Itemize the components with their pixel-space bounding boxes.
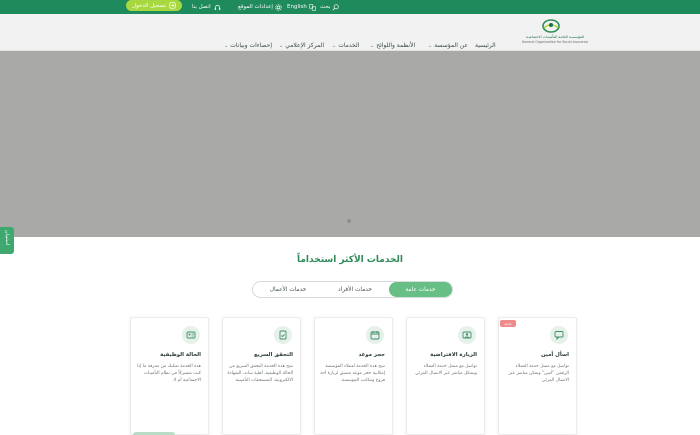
nav-regulations-label: الأنظمة واللوائح — [376, 42, 416, 49]
service-card-virtual-visit[interactable]: الزيارة الافتراضية تواصل مع ممثل خدمة ال… — [406, 317, 485, 435]
new-badge: جديد — [500, 320, 516, 327]
site-settings-link[interactable]: إعدادات الموقع — [238, 1, 282, 13]
contact-label: اتصل بنا — [192, 4, 211, 10]
login-button[interactable]: تسجيل الدخول — [126, 0, 182, 11]
card-description: تواصل مع ممثل خدمة العملاء الرقمي "أمين"… — [508, 364, 569, 383]
nav-regulations[interactable]: ⌄ الأنظمة واللوائح — [370, 42, 415, 49]
service-card-book-appointment[interactable]: حجز موعد تتيح هذه الخدمة لعملاء المؤسسة … — [314, 317, 393, 435]
language-switch[interactable]: English — [287, 1, 316, 13]
card-title: الزيارة الافتراضية — [430, 352, 477, 358]
card-title: حجز موعد — [358, 352, 385, 358]
nav-home[interactable]: الرئيسية — [475, 42, 496, 49]
section-title: الخدمات الأكثر استخداماً — [296, 255, 404, 265]
services-tabs: خدمات عامة خدمات الأفراد خدمات الأعمال — [252, 281, 453, 298]
search-icon — [332, 3, 340, 11]
main-navbar: المؤسسـة العامـة للتأمينـات الاجتماعيـة … — [0, 14, 700, 51]
nav-statistics-label: إحصاءات وبيانات — [230, 42, 273, 49]
feedback-side-tab[interactable]: استبيان — [0, 227, 14, 254]
logo-arabic-text: المؤسسـة العامـة للتأمينـات الاجتماعيـة — [525, 35, 585, 39]
tab-general-services[interactable]: خدمات عامة — [389, 282, 452, 297]
nav-media-center-label: المركز الإعلامي — [285, 42, 325, 49]
chat-icon — [550, 326, 568, 344]
tab-individual-services[interactable]: خدمات الأفراد — [324, 282, 386, 297]
logo-english-text: General Organization for Social Insuranc… — [521, 40, 589, 44]
chevron-down-icon: ⌄ — [370, 42, 375, 49]
contact-us-link[interactable]: اتصل بنا — [192, 1, 221, 13]
service-card-ask-ameen[interactable]: اسأل أمين تواصل مع ممثل خدمة العملاء الر… — [498, 317, 577, 435]
video-call-icon — [458, 326, 476, 344]
chevron-down-icon: ⌄ — [332, 42, 337, 49]
tab-individual-label: خدمات الأفراد — [338, 286, 372, 293]
card-description: تتيح هذه الخدمة لعملاء المؤسسة إمكانية ح… — [320, 364, 385, 383]
tab-business-label: خدمات الأعمال — [269, 286, 307, 293]
search-label: بحث — [320, 4, 331, 10]
nav-about-label: عن المؤسسة — [434, 42, 468, 49]
login-icon — [169, 2, 176, 9]
card-description: تواصل مع ممثل خدمة العملاء وبشكل مباشر ع… — [415, 364, 477, 376]
translate-icon — [308, 3, 316, 11]
hero-banner — [0, 51, 700, 237]
gosi-logo[interactable]: المؤسسـة العامـة للتأمينـات الاجتماعيـة … — [518, 19, 592, 47]
card-title: التحقق السريع — [254, 352, 293, 358]
service-card-employment-status[interactable]: الحالة الوظيفية هذه الخدمة تمكنك من معرف… — [130, 317, 209, 435]
card-description: هذه الخدمة تمكنك من معرفة ما إذا كنت مشت… — [136, 364, 201, 383]
chevron-down-icon: ⌄ — [224, 42, 229, 49]
gear-icon — [275, 3, 282, 11]
logo-mark-icon — [542, 19, 560, 33]
id-card-icon — [182, 326, 200, 344]
hero-slider-dot[interactable] — [347, 219, 351, 223]
feedback-label: استبيان — [4, 230, 10, 246]
tab-general-label: خدمات عامة — [405, 286, 436, 293]
language-label: English — [287, 4, 307, 10]
nav-about[interactable]: ⌄ عن المؤسسة — [428, 42, 468, 49]
card-title: الحالة الوظيفية — [160, 352, 201, 358]
search-link[interactable]: بحث — [320, 1, 340, 13]
document-check-icon — [274, 326, 292, 344]
chevron-down-icon: ⌄ — [428, 42, 433, 49]
tab-business-services[interactable]: خدمات الأعمال — [255, 282, 321, 297]
service-card-quick-verify[interactable]: التحقق السريع تتيح هذه الخدمة التحقق الس… — [222, 317, 301, 435]
nav-services[interactable]: ⌄ الخدمات — [332, 42, 359, 49]
card-title: اسأل أمين — [541, 352, 569, 358]
headset-icon — [214, 4, 220, 10]
settings-label: إعدادات الموقع — [238, 4, 273, 10]
chevron-down-icon: ⌄ — [279, 42, 284, 49]
nav-home-label: الرئيسية — [475, 42, 496, 49]
nav-services-label: الخدمات — [338, 42, 360, 49]
top-utility-bar: تسجيل الدخول اتصل بنا إعدادات الموقع Eng… — [0, 0, 700, 14]
calendar-icon — [366, 326, 384, 344]
nav-media-center[interactable]: ⌄ المركز الإعلامي — [279, 42, 324, 49]
card-description: تتيح هذه الخدمة التحقق السريع من الحالة … — [227, 364, 293, 383]
login-label: تسجيل الدخول — [132, 2, 166, 9]
nav-statistics[interactable]: ⌄ إحصاءات وبيانات — [224, 42, 272, 49]
